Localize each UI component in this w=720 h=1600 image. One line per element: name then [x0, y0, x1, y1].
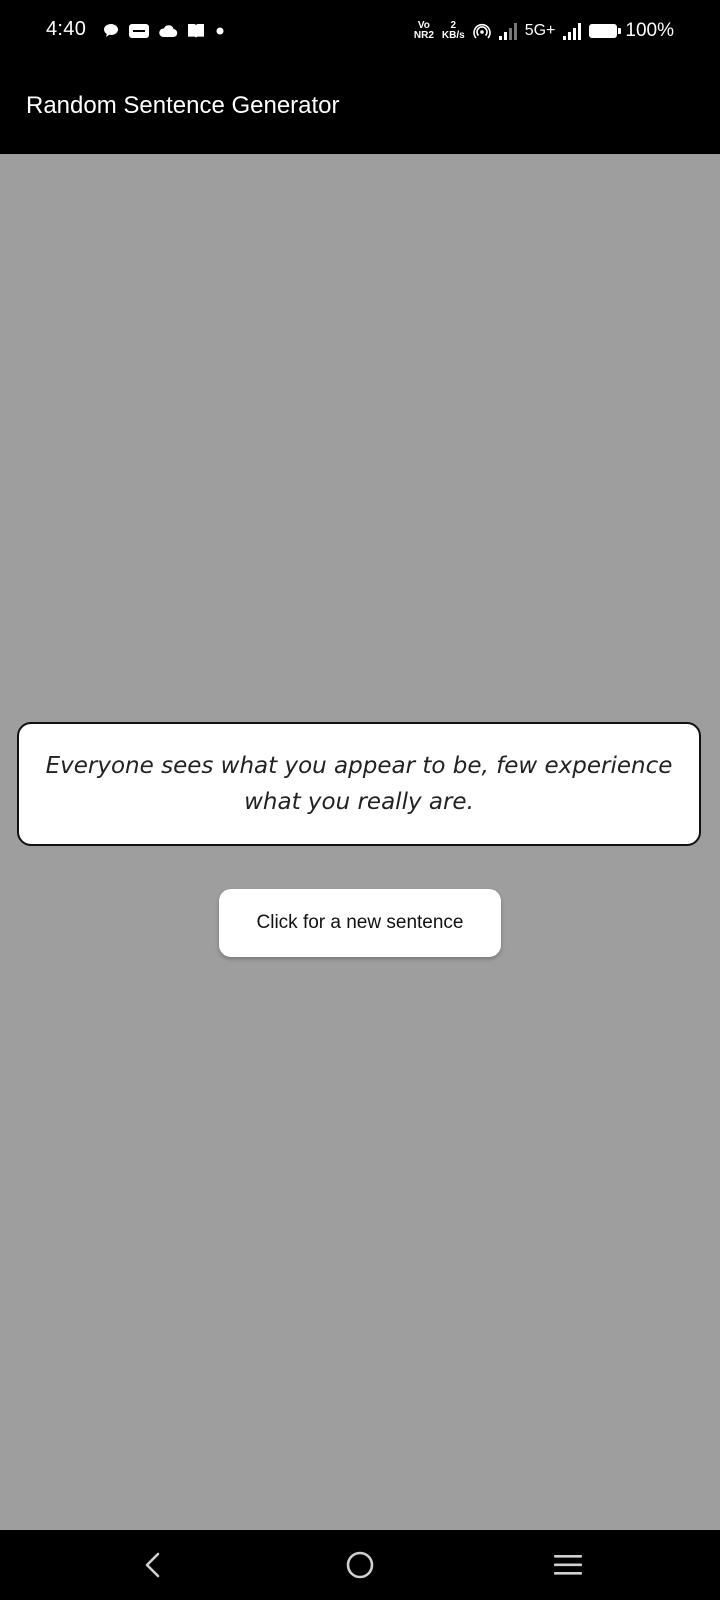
back-button[interactable] [128, 1542, 178, 1588]
dot-icon [216, 27, 224, 35]
signal-icon [563, 22, 582, 40]
network-speed: 2 KB/s [442, 21, 465, 41]
recents-button[interactable] [543, 1542, 593, 1588]
status-notification-icons [102, 19, 226, 43]
status-system-icons: Vo NR2 2 KB/s 5G+ 100% [414, 16, 674, 46]
menu-icon [554, 1555, 582, 1575]
battery-icon [589, 24, 622, 38]
network-type: 5G+ [524, 22, 556, 39]
speed-unit: KB/s [441, 30, 465, 41]
sentence-card: Everyone sees what you appear to be, few… [17, 722, 701, 846]
app-bar: Random Sentence Generator [0, 64, 720, 154]
signal-icon [498, 22, 517, 40]
home-icon [346, 1551, 374, 1579]
cloud-icon [159, 25, 178, 38]
volte-indicator: Vo NR2 [414, 21, 434, 41]
status-bar: 4:40 Vo NR2 2 KB/s 5G+ 100% [0, 0, 720, 64]
vivo-icon [129, 24, 149, 38]
chat-bubble-icon [104, 24, 118, 37]
volte-bottom-label: NR2 [413, 30, 434, 41]
home-button[interactable] [335, 1542, 385, 1588]
hotspot-icon [472, 23, 491, 39]
navigation-bar [0, 1530, 720, 1600]
back-icon [145, 1552, 160, 1578]
book-icon [188, 24, 204, 38]
status-time: 4:40 [46, 18, 87, 40]
new-sentence-button[interactable]: Click for a new sentence [219, 889, 501, 957]
sentence-text: Everyone sees what you appear to be, few… [45, 753, 673, 815]
app-title: Random Sentence Generator [26, 92, 340, 119]
battery-percentage: 100% [625, 20, 674, 41]
